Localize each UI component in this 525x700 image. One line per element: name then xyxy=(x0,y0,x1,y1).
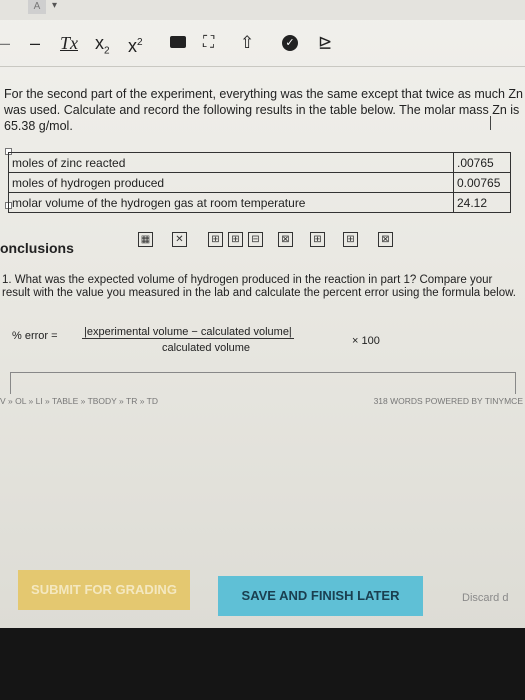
insert-row-after-icon[interactable]: ⊞ xyxy=(228,232,243,247)
text-color-swatch[interactable]: A xyxy=(28,0,46,14)
subscript-mark: 2 xyxy=(104,45,110,57)
results-table[interactable]: moles of zinc reacted .00765 moles of hy… xyxy=(8,152,511,213)
monitor-bezel xyxy=(0,628,525,700)
delete-row-icon[interactable]: ⊠ xyxy=(278,232,293,247)
table-icon[interactable] xyxy=(170,36,186,48)
question-text: 1. What was the expected volume of hydro… xyxy=(2,274,516,299)
superscript-base: x xyxy=(128,36,137,56)
formula-multiplier: × 100 xyxy=(352,335,380,347)
insert-row-before-icon[interactable]: ⊞ xyxy=(208,232,223,247)
word-count: 318 WORDS POWERED BY TINYMCE xyxy=(373,396,523,406)
submit-for-grading-button[interactable]: SUBMIT FOR GRADING xyxy=(18,570,190,610)
table-cell-value[interactable]: 0.00765 xyxy=(453,172,511,193)
row-props-icon[interactable]: ⊟ xyxy=(248,232,263,247)
delete-table-icon[interactable]: ✕ xyxy=(172,232,187,247)
chart-icon[interactable]: ⊵ xyxy=(318,32,332,54)
superscript-button[interactable]: x2 xyxy=(128,32,143,57)
save-and-finish-later-button[interactable]: SAVE AND FINISH LATER xyxy=(218,576,423,616)
table-cell-label[interactable]: moles of hydrogen produced xyxy=(8,172,454,193)
element-path[interactable]: V » OL » LI » TABLE » TBODY » TR » TD xyxy=(0,396,158,406)
table-cell-label[interactable]: moles of zinc reacted xyxy=(8,152,454,173)
clear-formatting-icon[interactable]: Tx xyxy=(60,32,78,54)
table-cell-label[interactable]: molar volume of the hydrogen gas at room… xyxy=(8,192,454,213)
discard-link[interactable]: Discard d xyxy=(462,592,508,604)
table-row[interactable]: moles of hydrogen produced 0.00765 xyxy=(8,172,511,193)
percent-error-formula: % error = |experimental volume − calcula… xyxy=(12,326,472,362)
toolbar-separator: – xyxy=(0,33,11,53)
superscript-mark: 2 xyxy=(137,37,143,48)
conclusions-heading: onclusions xyxy=(0,240,74,256)
table-cell-value[interactable]: 24.12 xyxy=(453,192,511,213)
table-row[interactable]: molar volume of the hydrogen gas at room… xyxy=(8,192,511,213)
delete-col-icon[interactable]: ⊠ xyxy=(378,232,393,247)
expand-icon[interactable]: ⛶ xyxy=(203,32,214,54)
editor-statusbar: V » OL » LI » TABLE » TBODY » TR » TD 31… xyxy=(0,396,525,412)
check-circle-icon[interactable]: ✓ xyxy=(282,35,298,51)
insert-col-after-icon[interactable]: ⊞ xyxy=(343,232,358,247)
top-strip: A ▾ xyxy=(0,0,525,20)
chevron-down-icon[interactable]: ▾ xyxy=(52,0,57,11)
editor-text-area[interactable] xyxy=(10,372,516,394)
table-props-icon[interactable]: ▦ xyxy=(138,232,153,247)
subscript-button[interactable]: x2 xyxy=(95,32,110,63)
formula-label: % error = xyxy=(12,330,58,342)
editor-toolbar: – – Tx x2 x2 ⛶ ⇧ ✓ ⊵ xyxy=(0,22,525,67)
insert-col-before-icon[interactable]: ⊞ xyxy=(310,232,325,247)
horizontal-line-button[interactable]: – xyxy=(30,32,40,54)
formula-denominator: calculated volume xyxy=(162,342,251,354)
intro-paragraph: For the second part of the experiment, e… xyxy=(4,87,524,133)
table-row[interactable]: moles of zinc reacted .00765 xyxy=(8,152,511,173)
subscript-base: x xyxy=(95,33,104,53)
formula-numerator: |experimental volume − calculated volume… xyxy=(82,326,294,339)
text-cursor xyxy=(490,116,491,130)
puzzle-icon[interactable]: ⇧ xyxy=(240,32,254,54)
table-cell-value[interactable]: .00765 xyxy=(453,152,511,173)
screen: A ▾ – – Tx x2 x2 ⛶ ⇧ ✓ ⊵ For the second … xyxy=(0,0,525,628)
